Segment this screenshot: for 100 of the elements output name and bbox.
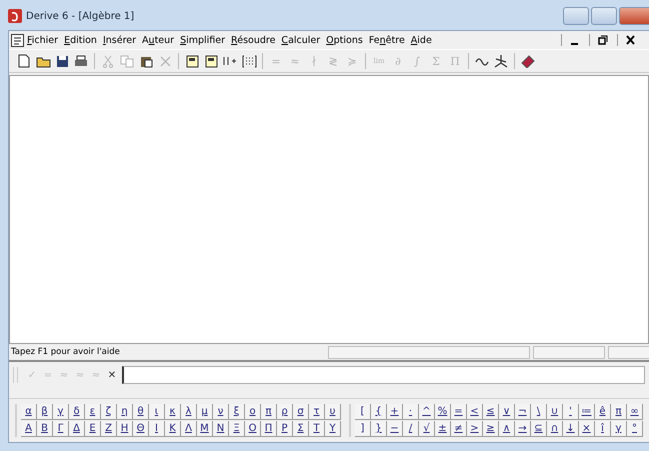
window-title: Derive 6 - [Algèbre 1] — [26, 10, 134, 22]
menu-item[interactable]: Simplifier — [177, 34, 228, 46]
symbol-key[interactable]: Κ — [165, 421, 181, 437]
symbol-key[interactable]: ⊆ — [531, 421, 547, 437]
symbol-key[interactable]: Ε — [85, 421, 101, 437]
symbol-key[interactable]: ] — [355, 421, 371, 437]
symbol-key[interactable]: < — [467, 404, 483, 420]
symbol-key[interactable]: Ι — [149, 421, 165, 437]
menu-item[interactable]: Calculer — [278, 34, 324, 46]
symbol-key[interactable]: π — [261, 404, 277, 420]
symbol-key[interactable]: ο — [245, 404, 261, 420]
symbol-key[interactable]: ± — [435, 421, 451, 437]
symbol-key[interactable]: Μ — [197, 421, 213, 437]
symbol-key[interactable]: β — [37, 404, 53, 420]
symbol-key[interactable]: Π — [261, 421, 277, 437]
symbol-key[interactable]: Α — [21, 421, 37, 437]
maximize-button[interactable] — [591, 7, 617, 25]
symbol-key[interactable]: / — [403, 421, 419, 437]
folder-icon — [36, 54, 50, 68]
symbol-key[interactable]: Υ — [325, 421, 341, 437]
symbol-key[interactable]: × — [579, 421, 595, 437]
symbol-key[interactable]: ≤ — [483, 404, 499, 420]
symbol-key[interactable]: ê — [595, 404, 611, 420]
symbol-key[interactable]: π — [611, 404, 627, 420]
symbol-key[interactable]: κ — [165, 404, 181, 420]
symbol-key[interactable]: > — [467, 421, 483, 437]
symbol-key[interactable]: · — [403, 404, 419, 420]
document-icon[interactable] — [11, 34, 24, 46]
symbol-key[interactable]: γ — [53, 404, 69, 420]
symbol-key[interactable]: μ — [197, 404, 213, 420]
symbol-key[interactable]: = — [451, 404, 467, 420]
scissors-icon — [102, 54, 114, 68]
symbol-key[interactable]: + — [387, 404, 403, 420]
symbol-key[interactable]: Γ — [53, 421, 69, 437]
menu-item[interactable]: Fichier — [24, 34, 62, 46]
menu-item[interactable]: Fenêtre — [366, 34, 408, 46]
symbol-key[interactable]: ∪ — [547, 404, 563, 420]
symbol-key[interactable]: γ — [611, 421, 627, 437]
menu-item[interactable]: Résoudre — [228, 34, 278, 46]
note-icon — [204, 54, 218, 68]
symbol-key[interactable]: σ — [293, 404, 309, 420]
symbol-key[interactable]: υ — [325, 404, 341, 420]
symbol-key[interactable]: √ — [419, 421, 435, 437]
symbol-key[interactable]: ∞ — [627, 404, 643, 420]
symbol-key[interactable]: ι — [149, 404, 165, 420]
symbol-key[interactable]: λ — [181, 404, 197, 420]
symbol-key[interactable]: ^ — [419, 404, 435, 420]
symbol-key[interactable]: Ν — [213, 421, 229, 437]
minimize-button[interactable] — [563, 7, 589, 25]
symbol-key[interactable]: ¬ — [515, 404, 531, 420]
symbol-key[interactable]: Ξ — [229, 421, 245, 437]
symbol-key[interactable]: ≔ — [579, 404, 595, 420]
wave-plot-icon — [474, 56, 490, 66]
symbol-key[interactable]: { — [371, 404, 387, 420]
entry-button[interactable]: ✕ — [106, 370, 118, 380]
symbol-key[interactable]: ↓ — [563, 421, 579, 437]
symbol-key[interactable]: % — [435, 404, 451, 420]
symbol-key[interactable]: ζ — [101, 404, 117, 420]
menu-item[interactable]: Aide — [408, 34, 435, 46]
symbol-key[interactable]: î — [595, 421, 611, 437]
expression-input-field[interactable] — [122, 366, 645, 384]
symbol-key[interactable]: Ζ — [101, 421, 117, 437]
symbol-key[interactable]: α — [21, 404, 37, 420]
symbol-key[interactable]: → — [515, 421, 531, 437]
menu-item[interactable]: Options — [323, 34, 366, 46]
toolbar-button[interactable] — [492, 52, 510, 70]
symbol-key[interactable]: \ — [531, 404, 547, 420]
symbol-key[interactable]: Σ — [293, 421, 309, 437]
app-icon — [8, 9, 22, 23]
symbol-key[interactable]: ρ — [277, 404, 293, 420]
symbol-key[interactable]: Β — [37, 421, 53, 437]
symbol-key[interactable]: Ο — [245, 421, 261, 437]
symbol-key[interactable]: θ — [133, 404, 149, 420]
symbol-key[interactable]: Θ — [133, 421, 149, 437]
symbol-key[interactable]: ξ — [229, 404, 245, 420]
symbol-key[interactable]: ' — [563, 404, 579, 420]
symbol-key[interactable]: ε — [85, 404, 101, 420]
symbol-key[interactable]: } — [371, 421, 387, 437]
vector-icon — [222, 55, 238, 67]
menu-item[interactable]: Insérer — [100, 34, 140, 46]
symbol-key[interactable]: ∨ — [499, 404, 515, 420]
symbol-key[interactable]: ≥ — [483, 421, 499, 437]
symbol-key[interactable]: [ — [355, 404, 371, 420]
symbol-key[interactable]: − — [387, 421, 403, 437]
menu-item[interactable]: Edition — [61, 34, 100, 46]
symbol-key[interactable]: ≠ — [451, 421, 467, 437]
symbol-key[interactable]: Δ — [69, 421, 85, 437]
symbol-key[interactable]: ° — [627, 421, 643, 437]
symbol-key[interactable]: Λ — [181, 421, 197, 437]
symbol-key[interactable]: η — [117, 404, 133, 420]
symbol-key[interactable]: ∩ — [547, 421, 563, 437]
menu-item[interactable]: Auteur — [139, 34, 178, 46]
symbol-key[interactable]: ∧ — [499, 421, 515, 437]
symbol-key[interactable]: τ — [309, 404, 325, 420]
new-document-icon — [18, 54, 30, 68]
symbol-key[interactable]: Τ — [309, 421, 325, 437]
symbol-key[interactable]: Ρ — [277, 421, 293, 437]
symbol-key[interactable]: δ — [69, 404, 85, 420]
symbol-key[interactable]: Η — [117, 421, 133, 437]
symbol-key[interactable]: ν — [213, 404, 229, 420]
